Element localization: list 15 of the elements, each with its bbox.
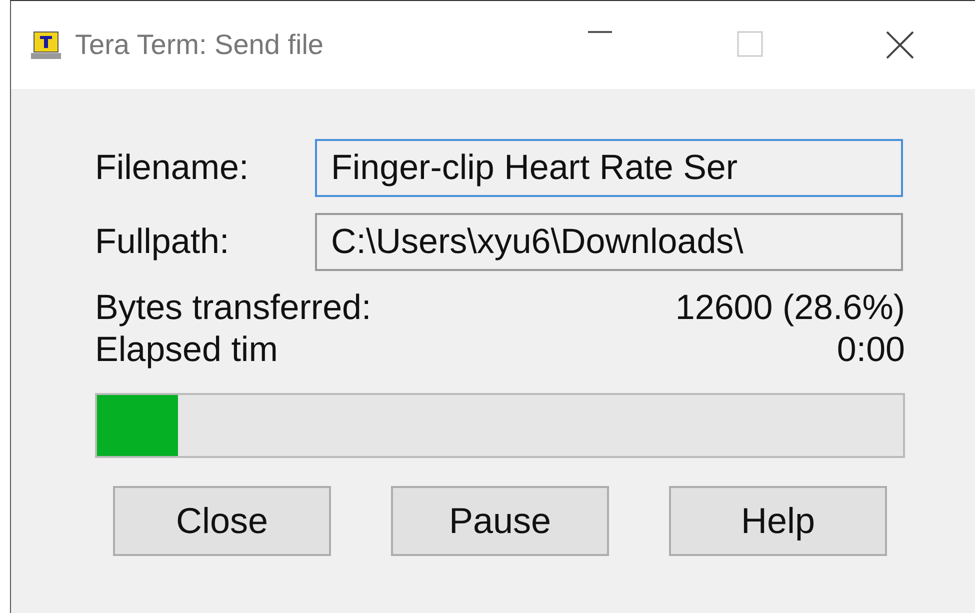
stat-value: 12600 (28.6%) [675,287,905,329]
field-label: Filename: [95,146,250,189]
stat-value: 0:00 [836,329,905,371]
stat-label: Elapsed tim [95,329,278,371]
text-field[interactable]: Finger-clip Heart Rate Ser [315,139,903,197]
stat-label: Bytes transferred: [95,287,372,329]
dialog-button[interactable]: Close [113,486,331,556]
field-label: Fullpath: [95,220,230,263]
text-field[interactable]: C:\Users\xyu6\Downloads\ [315,213,903,271]
maximize-icon [737,31,763,57]
dialog-button[interactable]: Help [669,486,887,556]
terminal-icon [31,30,61,60]
dialog-button[interactable]: Pause [391,486,609,556]
close-icon[interactable] [886,31,914,59]
window-title: Tera Term: Send file [75,28,324,62]
